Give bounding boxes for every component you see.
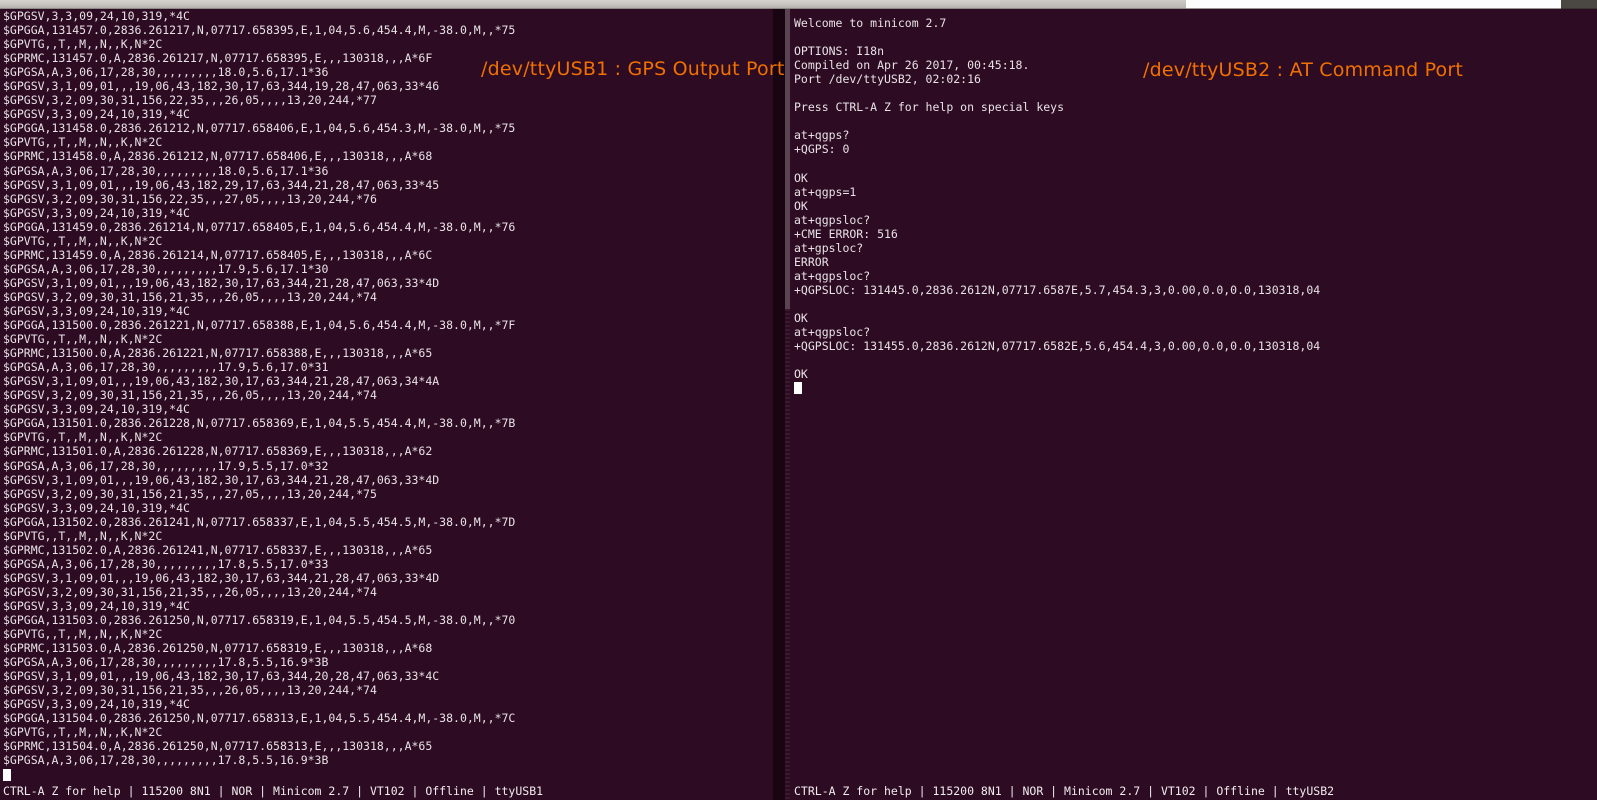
terminal-line: $GPGSV,3,3,09,24,10,319,*4C (3, 500, 190, 515)
window-titlebar-edge (1561, 0, 1597, 9)
terminal-line: $GPRMC,131459.0,A,2836.261214,N,07717.65… (3, 247, 433, 262)
terminal-line: +QGPSLOC: 131445.0,2836.2612N,07717.6587… (794, 282, 1321, 297)
terminal-line: $GPRMC,131503.0,A,2836.261250,N,07717.65… (3, 641, 433, 656)
terminal-line: $GPGGA,131459.0,2836.261214,N,07717.6584… (3, 219, 516, 234)
terminal-line: +QGPS: 0 (794, 142, 850, 157)
terminal-window-gps-output[interactable]: $GPGSV,3,3,09,24,10,319,*4C $GPGGA,131457… (0, 9, 773, 800)
desktop-screen: $GPGSV,3,3,09,24,10,319,*4C $GPGGA,131457… (0, 0, 1597, 800)
status-bar-at: CTRL-A Z for help | 115200 8N1 | NOR | M… (790, 782, 1594, 800)
terminal-line: at+qgpsloc? (794, 325, 871, 340)
terminal-line: +CME ERROR: 516 (794, 226, 898, 241)
terminal-line: $GPGSV,3,3,09,24,10,319,*4C (3, 598, 190, 613)
terminal-line: $GPVTG,,T,,M,,N,,K,N*2C (3, 430, 163, 445)
terminal-line: $GPRMC,131500.0,A,2836.261221,N,07717.65… (3, 346, 433, 361)
terminal-line: $GPGSV,3,3,09,24,10,319,*4C (3, 205, 190, 220)
terminal-line: $GPGSA,A,3,06,17,28,30,,,,,,,,,17.9,5.5,… (3, 458, 329, 473)
terminal-line: $GPVTG,,T,,M,,N,,K,N*2C (3, 332, 163, 347)
terminal-line: $GPGSV,3,2,09,30,31,156,21,35,,,26,05,,,… (3, 584, 377, 599)
terminal-line: $GPGSA,A,3,06,17,28,30,,,,,,,,,17.8,5.5,… (3, 556, 329, 571)
terminal-line: $GPGGA,131458.0,2836.261212,N,07717.6584… (3, 121, 516, 136)
terminal-line: $GPGSV,3,1,09,01,,,19,06,43,182,30,17,63… (3, 374, 440, 389)
terminal-line: OK (794, 310, 808, 325)
status-bar-gps: CTRL-A Z for help | 115200 8N1 | NOR | M… (0, 782, 773, 800)
terminal-line: at+qgps=1 (794, 184, 857, 199)
window-gap (773, 9, 785, 800)
terminal-line: $GPGSV,3,1,09,01,,,19,06,43,182,29,17,63… (3, 177, 440, 192)
terminal-line: $GPGSV,3,2,09,30,31,156,22,35,,,27,05,,,… (3, 191, 377, 206)
terminal-line: $GPVTG,,T,,M,,N,,K,N*2C (3, 233, 163, 248)
terminal-line: $GPGSV,3,3,09,24,10,319,*4C (3, 303, 190, 318)
window-titlebar-left (0, 0, 1000, 9)
terminal-window-at-command[interactable]: Welcome to minicom 2.7 OPTIONS: I18n Comp… (790, 9, 1597, 800)
terminal-line: $GPGSA,A,3,06,17,28,30,,,,,,,,,18.0,5.6,… (3, 163, 329, 178)
terminal-line: Press CTRL-A Z for help on special keys (794, 100, 1065, 115)
terminal-line: Welcome to minicom 2.7 (794, 16, 947, 30)
terminal-line: $GPVTG,,T,,M,,N,,K,N*2C (3, 528, 163, 543)
terminal-line: $GPGGA,131457.0,2836.261217,N,07717.6583… (3, 23, 516, 38)
terminal-line: $GPGSA,A,3,06,17,28,30,,,,,,,,,17.8,5.5,… (3, 655, 329, 670)
terminal-line: $GPRMC,131458.0,A,2836.261212,N,07717.65… (3, 149, 433, 164)
terminal-line: +QGPSLOC: 131455.0,2836.2612N,07717.6582… (794, 339, 1321, 354)
terminal-line: $GPGSV,3,3,09,24,10,319,*4C (3, 107, 190, 122)
terminal-text-gps: $GPGSV,3,3,09,24,10,319,*4C $GPGGA,131457… (0, 9, 773, 782)
terminal-line: $GPGSV,3,1,09,01,,,19,06,43,182,30,17,63… (3, 570, 440, 585)
terminal-line: $GPGSV,3,2,09,30,31,156,22,35,,,26,05,,,… (3, 93, 377, 108)
terminal-line: OK (794, 198, 808, 213)
terminal-line: $GPGSV,3,2,09,30,31,156,21,35,,,26,05,,,… (3, 683, 377, 698)
text-cursor (3, 768, 11, 781)
terminal-line: at+qgps? (794, 128, 850, 143)
terminal-line: at+gpsloc? (794, 240, 864, 255)
terminal-line: $GPRMC,131501.0,A,2836.261228,N,07717.65… (3, 444, 433, 459)
terminal-line: $GPGSV,3,3,09,24,10,319,*4C (3, 402, 190, 417)
terminal-line: $GPGSV,3,1,09,01,,,19,06,43,182,30,17,63… (3, 669, 440, 684)
terminal-line: $GPGGA,131502.0,2836.261241,N,07717.6583… (3, 514, 516, 529)
terminal-line: $GPVTG,,T,,M,,N,,K,N*2C (3, 627, 163, 642)
terminal-line: $GPGSV,3,1,09,01,,,19,06,43,182,30,17,63… (3, 79, 440, 94)
terminal-line: ERROR (794, 254, 829, 269)
terminal-line: $GPGSV,3,3,09,24,10,319,*4C (3, 697, 190, 712)
terminal-line: $GPVTG,,T,,M,,N,,K,N*2C (3, 725, 163, 740)
terminal-line: $GPGSA,A,3,06,17,28,30,,,,,,,,,17.9,5.6,… (3, 360, 329, 375)
text-cursor (794, 382, 802, 395)
terminal-line: $GPGSV,3,2,09,30,31,156,21,35,,,27,05,,,… (3, 486, 377, 501)
terminal-output-at[interactable]: Welcome to minicom 2.7 OPTIONS: I18n Comp… (790, 9, 1597, 800)
terminal-cursor-line (3, 768, 773, 782)
terminal-line: $GPGSV,3,3,09,24,10,319,*4C (3, 9, 190, 23)
annotation-gps-output-port: /dev/ttyUSB1 : GPS Output Port (481, 58, 785, 80)
terminal-cursor-line (794, 381, 1597, 395)
annotation-at-command-port: /dev/ttyUSB2 : AT Command Port (1143, 59, 1464, 81)
window-titlebar-right (1186, 0, 1561, 9)
terminal-line: OK (794, 170, 808, 185)
terminal-output-gps[interactable]: $GPGSV,3,3,09,24,10,319,*4C $GPGGA,131457… (0, 9, 773, 800)
terminal-line: $GPRMC,131504.0,A,2836.261250,N,07717.65… (3, 739, 433, 754)
terminal-line: $GPGSV,3,1,09,01,,,19,06,43,182,30,17,63… (3, 472, 440, 487)
terminal-line: $GPGSA,A,3,06,17,28,30,,,,,,,,,17.9,5.6,… (3, 261, 329, 276)
terminal-line: $GPGSV,3,2,09,30,31,156,21,35,,,26,05,,,… (3, 388, 377, 403)
terminal-line: $GPGGA,131500.0,2836.261221,N,07717.6583… (3, 318, 516, 333)
terminal-line: at+qgpsloc? (794, 212, 871, 227)
terminal-line: OK (794, 367, 808, 382)
terminal-line: $GPVTG,,T,,M,,N,,K,N*2C (3, 37, 163, 52)
terminal-line: $GPRMC,131502.0,A,2836.261241,N,07717.65… (3, 542, 433, 557)
terminal-line: $GPGSV,3,2,09,30,31,156,21,35,,,26,05,,,… (3, 289, 377, 304)
window-titlebar-middle (1000, 0, 1186, 9)
terminal-line: $GPGGA,131501.0,2836.261228,N,07717.6583… (3, 416, 516, 431)
terminal-line: $GPGSA,A,3,06,17,28,30,,,,,,,,,17.8,5.5,… (3, 753, 329, 768)
terminal-line: at+qgpsloc? (794, 268, 871, 283)
terminal-line: $GPGGA,131503.0,2836.261250,N,07717.6583… (3, 613, 516, 628)
terminal-line: $GPGGA,131504.0,2836.261250,N,07717.6583… (3, 711, 516, 726)
terminal-line: OPTIONS: I18n (794, 44, 885, 59)
terminal-line: $GPGSV,3,1,09,01,,,19,06,43,182,30,17,63… (3, 275, 440, 290)
terminal-line: $GPVTG,,T,,M,,N,,K,N*2C (3, 135, 163, 150)
